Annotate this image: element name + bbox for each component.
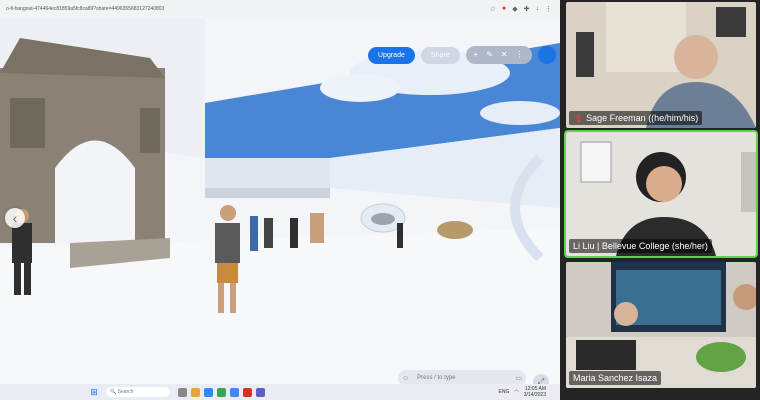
pen-icon[interactable]: ✎ (486, 50, 493, 60)
chat-icon[interactable]: ▭ (511, 374, 526, 382)
participant-tile[interactable]: 🎙 Sage Freeman ((he/him/his) (566, 2, 756, 128)
clock[interactable]: 12:05 AM 3/14/2023 (524, 386, 546, 398)
upgrade-button[interactable]: Upgrade (368, 46, 415, 64)
participant-name: Li Liu | Bellevue College (she/her) (573, 241, 708, 251)
taskbar-apps (178, 387, 265, 397)
top-action-bar: Upgrade Share + ✎ ✕ ⋮ 👤 (368, 46, 556, 64)
record-icon[interactable]: ● (502, 5, 506, 13)
extension-icon[interactable]: ◆ (512, 5, 517, 13)
virtual-space-viewport[interactable]: Upgrade Share + ✎ ✕ ⋮ 👤 ‹ ☺ Press / to t… (0, 18, 560, 384)
participant-name-tag: 🎙 Sage Freeman ((he/him/his) (569, 111, 703, 125)
more-icon[interactable]: ⋮ (516, 50, 524, 60)
app-icon[interactable] (243, 387, 252, 397)
app-icon[interactable] (217, 387, 226, 397)
wifi-icon[interactable]: ◠ (514, 389, 518, 395)
participant-tile[interactable]: Maria Sanchez Isaza (566, 262, 756, 388)
app-icon[interactable] (230, 387, 239, 397)
app-icon[interactable] (178, 387, 187, 397)
taskbar-search[interactable]: 🔍 Search (106, 387, 170, 397)
mic-off-icon: 🎙 (573, 113, 584, 123)
app-icon[interactable] (191, 387, 200, 397)
chevron-left-icon[interactable]: ‹ (5, 208, 25, 228)
video-gallery: 🎙 Sage Freeman ((he/him/his) Li Liu | Be… (560, 0, 760, 400)
participant-name-tag: Li Liu | Bellevue College (she/her) (569, 239, 712, 253)
share-button[interactable]: Share (420, 46, 460, 64)
chat-input[interactable]: ☺ Press / to type ▭ (398, 370, 526, 384)
tools-icon[interactable]: ✕ (501, 50, 508, 60)
app-icon[interactable] (204, 387, 213, 397)
emoji-icon[interactable]: ☺ (398, 375, 413, 382)
menu-icon[interactable]: ⋮ (545, 5, 552, 13)
participant-name: Sage Freeman ((he/him/his) (586, 113, 699, 123)
taskbar-search-label: Search (117, 389, 134, 395)
address-bar[interactable]: o-fi-hangout-474464ec81859a5fc8ca89?shar… (0, 0, 560, 19)
url-text[interactable]: o-fi-hangout-474464ec81859a5fc8ca89?shar… (0, 6, 490, 12)
system-tray: ENG ◠ 12:05 AM 3/14/2023 (499, 386, 560, 398)
windows-start-icon[interactable]: ⊞ (88, 387, 100, 398)
taskbar: ⊞ 🔍 Search ENG ◠ 12:05 AM 3/14/2023 (0, 384, 560, 400)
clock-date: 3/14/2023 (523, 392, 546, 398)
participant-tile-active[interactable]: Li Liu | Bellevue College (she/her) (564, 130, 758, 258)
participant-name-tag: Maria Sanchez Isaza (569, 371, 662, 385)
expand-icon[interactable]: ⤢ (533, 374, 549, 384)
browser-window: o-fi-hangout-474464ec81859a5fc8ca89?shar… (0, 0, 560, 400)
browser-toolbar-icons: ☆ ● ◆ ✚ ↓ ⋮ (490, 5, 560, 13)
download-icon[interactable]: ↓ (536, 5, 540, 13)
lang-indicator[interactable]: ENG (499, 389, 510, 395)
bookmark-icon[interactable]: ☆ (490, 5, 496, 13)
puzzle-icon[interactable]: ✚ (524, 5, 530, 13)
chat-placeholder: Press / to type (417, 375, 456, 381)
app-icon[interactable] (256, 387, 265, 397)
participant-name: Maria Sanchez Isaza (573, 373, 658, 383)
add-icon[interactable]: + (474, 50, 479, 60)
profile-icon[interactable]: 👤 (537, 46, 556, 64)
tool-pill: + ✎ ✕ ⋮ (465, 46, 532, 64)
